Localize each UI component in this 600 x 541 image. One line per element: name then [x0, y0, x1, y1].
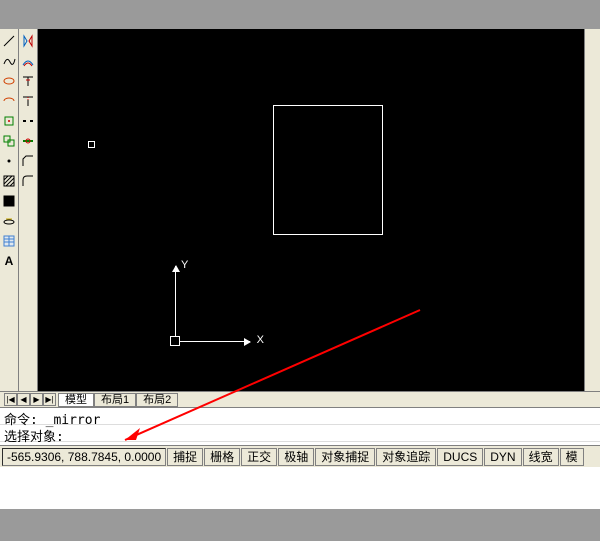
draw-toolbar: A	[0, 29, 19, 391]
gradient-icon[interactable]	[1, 193, 17, 209]
tab-last-button[interactable]: ▶|	[43, 393, 56, 406]
tab-first-button[interactable]: |◀	[4, 393, 17, 406]
ortho-toggle[interactable]: 正交	[241, 448, 277, 466]
command-window[interactable]: 命令: _mirror 选择对象:	[0, 407, 600, 442]
spline-icon[interactable]	[1, 53, 17, 69]
offset-icon[interactable]	[20, 53, 36, 69]
trim-icon[interactable]	[20, 73, 36, 89]
tab-prev-button[interactable]: ◀	[17, 393, 30, 406]
line-icon[interactable]	[1, 33, 17, 49]
main-area: A X Y	[0, 29, 600, 391]
vertical-scrollbar[interactable]	[584, 29, 600, 391]
tab-layout2[interactable]: 布局2	[136, 393, 178, 407]
text-icon[interactable]: A	[1, 253, 17, 269]
rectangle-entity	[273, 105, 383, 235]
point-icon[interactable]	[1, 153, 17, 169]
lineweight-toggle[interactable]: 线宽	[523, 448, 559, 466]
break-icon[interactable]	[20, 113, 36, 129]
ellipse-arc-icon[interactable]	[1, 93, 17, 109]
model-toggle[interactable]: 模	[560, 448, 584, 466]
extend-icon[interactable]	[20, 93, 36, 109]
make-block-icon[interactable]	[1, 133, 17, 149]
tab-next-button[interactable]: ▶	[30, 393, 43, 406]
osnap-toggle[interactable]: 对象捕捉	[315, 448, 375, 466]
otrack-toggle[interactable]: 对象追踪	[376, 448, 436, 466]
hatch-icon[interactable]	[1, 173, 17, 189]
modify-toolbar	[19, 29, 38, 391]
block-icon[interactable]	[1, 113, 17, 129]
app-frame: A X Y |◀ ◀ ▶ ▶|	[0, 29, 600, 509]
chamfer-icon[interactable]	[20, 153, 36, 169]
dyn-toggle[interactable]: DYN	[484, 448, 521, 466]
fillet-icon[interactable]	[20, 173, 36, 189]
drawing-canvas[interactable]: X Y	[38, 29, 584, 391]
ucs-x-label: X	[257, 334, 264, 346]
snap-toggle[interactable]: 捕捉	[167, 448, 203, 466]
join-icon[interactable]	[20, 133, 36, 149]
polar-toggle[interactable]: 极轴	[278, 448, 314, 466]
table-icon[interactable]	[1, 233, 17, 249]
tab-model[interactable]: 模型	[58, 393, 94, 407]
ellipse-icon[interactable]	[1, 73, 17, 89]
ducs-toggle[interactable]: DUCS	[437, 448, 483, 466]
region-icon[interactable]	[1, 213, 17, 229]
ucs-y-label: Y	[181, 259, 188, 271]
grid-toggle[interactable]: 栅格	[204, 448, 240, 466]
mirror-icon[interactable]	[20, 33, 36, 49]
layout-tab-bar: |◀ ◀ ▶ ▶| 模型 布局1 布局2	[0, 391, 600, 407]
coordinates-display[interactable]: -565.9306, 788.7845, 0.0000	[2, 448, 166, 466]
pickbox-cursor	[88, 141, 95, 148]
tab-layout1[interactable]: 布局1	[94, 393, 136, 407]
status-bar: -565.9306, 788.7845, 0.0000 捕捉 栅格 正交 极轴 …	[0, 445, 600, 467]
command-history-line: 命令: _mirror	[0, 408, 600, 425]
